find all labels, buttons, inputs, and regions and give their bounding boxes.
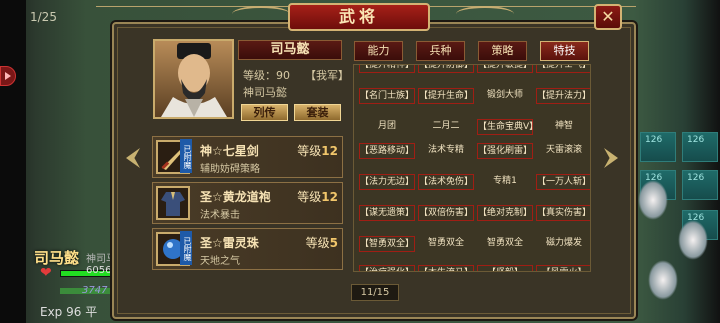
trait-item[interactable]: 【提升法力】 (536, 88, 590, 104)
tab-traits[interactable]: 特技 (540, 41, 589, 61)
trait-item[interactable]: 神智 (536, 119, 590, 135)
equipment-slot-weapon[interactable]: 已附魔 神☆七星剑 等级12 辅助妨碍策略 (152, 136, 343, 178)
equipment-level-label: 等级 (297, 190, 322, 204)
heart-icon: ❤ (40, 265, 52, 281)
trait-item[interactable]: 【绝对克制】 (477, 205, 533, 221)
equipment-effect: 天地之气 (200, 256, 240, 267)
trait-item[interactable]: 【法术免伤】 (418, 174, 474, 190)
map-tile-label: 126 (687, 135, 705, 145)
equipment-name: 圣☆黄龙道袍 (200, 190, 271, 204)
title-ornament (456, 6, 514, 22)
equipment-level-value: 12 (321, 144, 338, 158)
trait-item[interactable]: 智勇双全 (477, 236, 533, 252)
equipment-level-label: 等级 (297, 144, 322, 158)
equipment-level-value: 12 (321, 190, 338, 204)
trait-item[interactable]: 磁力爆发 (536, 236, 590, 252)
unit-sprite[interactable] (638, 180, 668, 220)
equipment-slot-accessory[interactable]: 已附魔 圣☆雷灵珠 等级5 天地之气 (152, 228, 343, 270)
trait-item[interactable]: 锻剑大师 (477, 88, 533, 104)
trait-item[interactable]: 【提升精神】 (359, 65, 415, 73)
general-portrait (153, 39, 234, 119)
trait-item[interactable]: 【提升生命】 (418, 88, 474, 104)
trait-item[interactable]: 二月二 (418, 119, 474, 135)
battlefield-units (628, 150, 720, 323)
outfit-button[interactable]: 套装 (294, 104, 341, 121)
unit-sprite[interactable] (678, 220, 708, 260)
trait-item[interactable]: 【提升士气】 (536, 65, 590, 73)
trait-item[interactable]: 天雷滚滚 (536, 143, 590, 159)
portrait-illustration (161, 43, 227, 117)
robe-icon (156, 186, 190, 220)
tab-ability[interactable]: 能力 (354, 41, 403, 61)
mp-value: 3747 (82, 285, 108, 296)
exp-readout: Exp 96 平 (40, 305, 98, 319)
title-ornament (232, 6, 290, 22)
equipment-level-label: 等级 (305, 236, 330, 250)
equipment-name: 神☆七星剑 (200, 144, 259, 158)
equipment-level-value: 5 (329, 236, 338, 250)
trait-item[interactable]: 法术专精 (418, 143, 474, 159)
trait-item[interactable]: 【智勇双全】 (359, 236, 415, 252)
left-edge-strip (0, 0, 26, 323)
general-name: 司马懿 (238, 40, 342, 60)
biography-button[interactable]: 列传 (241, 104, 288, 121)
trait-item[interactable]: 【提升防御】 (418, 65, 474, 73)
map-tile-label: 126 (645, 135, 663, 145)
equipment-level: 等级12 (297, 142, 338, 159)
equipment-effect: 法术暴击 (200, 210, 240, 221)
trait-item[interactable]: 【木牛流马】 (418, 265, 474, 271)
enchanted-badge: 已附魔 (180, 231, 192, 265)
enchanted-badge: 已附魔 (180, 139, 192, 173)
trait-item[interactable]: 【恶路移动】 (359, 143, 415, 159)
general-special: 神司马懿 (243, 86, 287, 99)
trait-item[interactable]: 【坚毅】 (477, 265, 533, 271)
general-faction: 【我军】 (305, 69, 349, 82)
trait-item[interactable]: 【真实伤害】 (536, 205, 590, 221)
trait-item[interactable]: 【一万人斩】 (536, 174, 590, 190)
window-title: 武将 (288, 3, 430, 31)
trait-item[interactable]: 专精1 (477, 174, 533, 190)
trait-item[interactable]: 【名门士族】 (359, 88, 415, 104)
trait-item[interactable]: 月团 (359, 119, 415, 135)
trait-item[interactable]: 【生命宝典Ⅴ】 (477, 119, 538, 135)
hp-value: 6056 (86, 265, 112, 276)
trait-item[interactable]: 【法力无边】 (359, 174, 415, 190)
close-button[interactable]: ✕ (594, 4, 622, 30)
trait-item[interactable]: 【风雷火】 (536, 265, 590, 271)
equipment-name: 圣☆雷灵珠 (200, 236, 259, 250)
tab-troops[interactable]: 兵种 (416, 41, 465, 61)
trait-list[interactable]: 【提升精神】 【提升防御】 【提升敏捷】 【提升士气】【名门士族】 【提升生命】 锻剑大师… (353, 64, 591, 272)
equipment-effect: 辅助妨碍策略 (200, 164, 260, 175)
trait-item[interactable]: 【提升敏捷】 (477, 65, 533, 73)
trait-item[interactable]: 【强化刷雷】 (477, 143, 533, 159)
equipment-slot-armor[interactable]: 圣☆黄龙道袍 等级12 法术暴击 (152, 182, 343, 224)
equipment-level: 等级12 (297, 188, 338, 205)
side-menu-toggle-icon[interactable] (0, 66, 16, 86)
trait-item[interactable]: 【双倍伤害】 (418, 205, 474, 221)
trait-item[interactable]: 【谋无遗策】 (359, 205, 415, 221)
trait-item[interactable]: 【治疗强化】 (359, 265, 415, 271)
page-indicator: 1/25 (30, 10, 57, 24)
unit-sprite[interactable] (648, 260, 678, 300)
page-counter: 11/15 (351, 284, 399, 301)
equipment-level: 等级5 (306, 234, 338, 251)
trait-item[interactable]: 智勇双全 (418, 236, 474, 252)
tab-strategy[interactable]: 策略 (478, 41, 527, 61)
general-level: 等级：90 (243, 69, 290, 82)
